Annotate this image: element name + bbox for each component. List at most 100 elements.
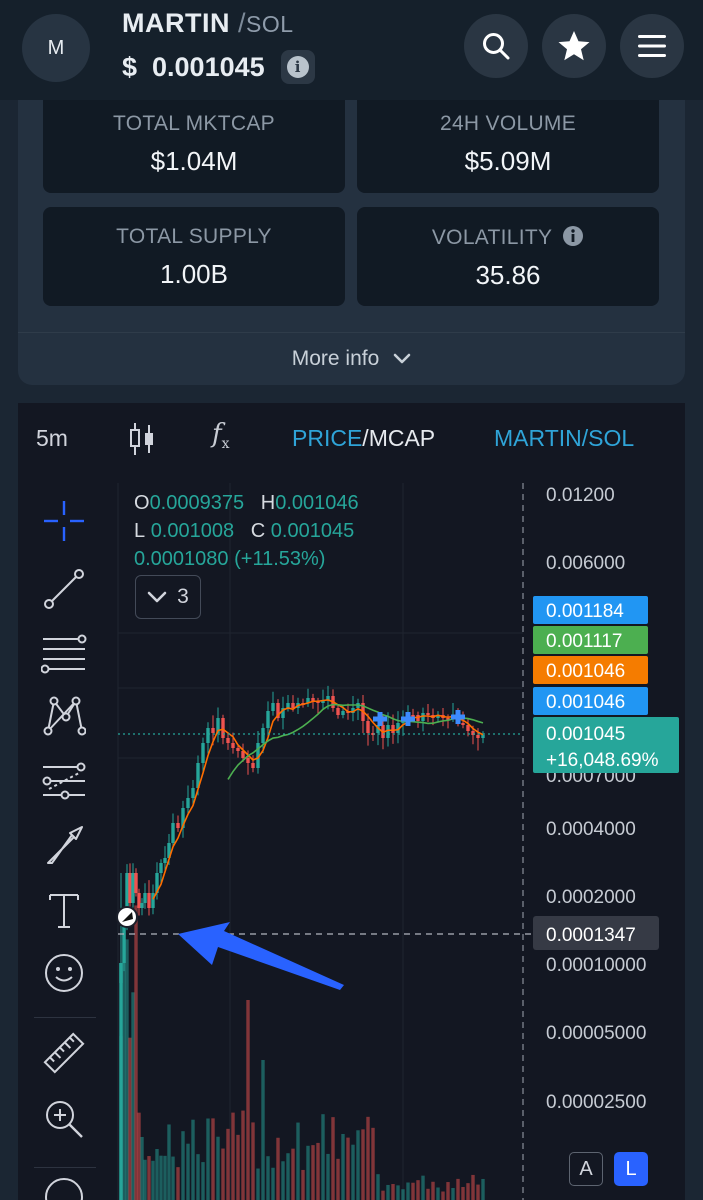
total-supply-card: TOTAL SUPPLY 1.00B [43,207,345,306]
price-tick-label: 0.0004000 [546,819,636,840]
low-value: 0.001008 [150,520,235,542]
volume-bar [341,1133,345,1200]
volume-bar [326,1153,330,1200]
candle-body [206,728,210,743]
volume-bar [301,1169,305,1200]
price-tick-label: 0.00002500 [546,1092,646,1113]
stat-value: 35.86 [475,260,541,290]
annotation-arrow [178,922,344,990]
volume-bar [206,1118,210,1200]
candle-body [171,823,175,843]
candle-body [426,713,430,715]
candle-body [140,903,144,908]
close-value: 0.001045 [270,520,355,542]
volume-bar [366,1116,370,1200]
more-info-toggle[interactable]: More info [18,332,685,385]
chart-panel: 5m fx PRICE/MCAP MARTIN/SOL 0.01200 0.00… [18,403,685,1200]
candle-body [391,725,395,733]
volume-bar [411,1182,415,1200]
candle-body [236,748,240,751]
token-price-line: $ 0.001045 i [122,50,315,84]
volume-bar [236,1134,240,1200]
volume-bar [311,1145,315,1200]
candle-body [159,863,163,873]
volume-24h-card: 24H VOLUME $5.09M [357,100,659,193]
candle-body [134,873,138,893]
price-tag-label: 0.001046 [546,661,625,682]
volume-bar [286,1153,290,1200]
auto-scale-label: A [579,1157,593,1180]
volume-bar [201,1162,205,1200]
volume-bar [155,1148,159,1200]
volume-bar [176,1167,180,1200]
volume-bar [140,1136,144,1200]
volume-bar [441,1191,445,1200]
candle-body [251,763,255,768]
volume-bar [256,1168,260,1200]
marker-cross [455,710,461,724]
volume-bar [371,1127,375,1200]
more-info-label: More info [291,347,380,370]
volume-bar [221,1148,225,1200]
stat-label: 24H VOLUME [439,112,577,135]
volume-bar [386,1184,390,1200]
chart-overlays [116,710,533,990]
volume-bar [137,1112,141,1200]
favorite-button[interactable] [542,14,606,78]
info-icon[interactable] [562,225,584,247]
info-icon: i [286,56,309,78]
candle-body [176,823,180,828]
volume-bar [461,1186,465,1200]
volume-bar [196,1154,200,1200]
volume-bar [266,1156,270,1200]
candle-body [201,743,205,763]
volume-bar [336,1158,340,1200]
stat-value: 1.00B [160,259,228,289]
candle-body [341,711,345,715]
volume-bar [401,1189,405,1200]
volume-bar [331,1117,335,1200]
stat-label: TOTAL MKTCAP [113,112,275,135]
candle-body [131,873,135,903]
menu-button[interactable] [620,14,684,78]
price-tick-label: 0.00010000 [546,955,646,976]
star-icon [558,31,590,61]
volume-bar [131,992,135,1200]
candle-body [481,735,485,738]
stat-label: TOTAL SUPPLY [116,225,272,248]
candle-body [476,735,480,738]
auto-scale-button[interactable]: A [569,1152,603,1186]
volume-bar [167,1124,171,1200]
search-button[interactable] [464,14,528,78]
volume-bar [226,1128,230,1200]
close-key: C [250,520,266,542]
candle-body [266,711,270,728]
volume-bar [271,1167,275,1200]
last-change-label: +16,048.69% [546,750,659,771]
volume-bar [391,1184,395,1200]
price-tag-label: 0.001117 [546,631,622,652]
indicator-collapse-button[interactable]: 3 [135,575,201,619]
volume-bar [134,905,138,1200]
volume-bar [416,1180,420,1200]
volume-bar [316,1142,320,1200]
volume-bars [119,905,485,1200]
token-pair-title: MARTIN /SOL [122,8,294,39]
volume-bar [361,1129,365,1200]
volume-bar [466,1183,470,1200]
volume-bar [406,1182,410,1200]
price-info-button[interactable]: i [280,50,315,84]
candle-body [163,858,167,863]
volume-bar [159,1155,163,1200]
candle-body [336,708,340,715]
pair-separator: / [238,8,247,38]
volume-bar [346,1137,350,1200]
volume-bar [241,1110,245,1200]
log-scale-button[interactable]: L [614,1152,648,1186]
volume-bar [306,1145,310,1200]
price-tick-label: 0.00005000 [546,1023,646,1044]
moving-averages [152,699,484,900]
token-avatar[interactable]: M [22,14,90,82]
volume-bar [451,1187,455,1200]
candle-body [221,718,225,738]
